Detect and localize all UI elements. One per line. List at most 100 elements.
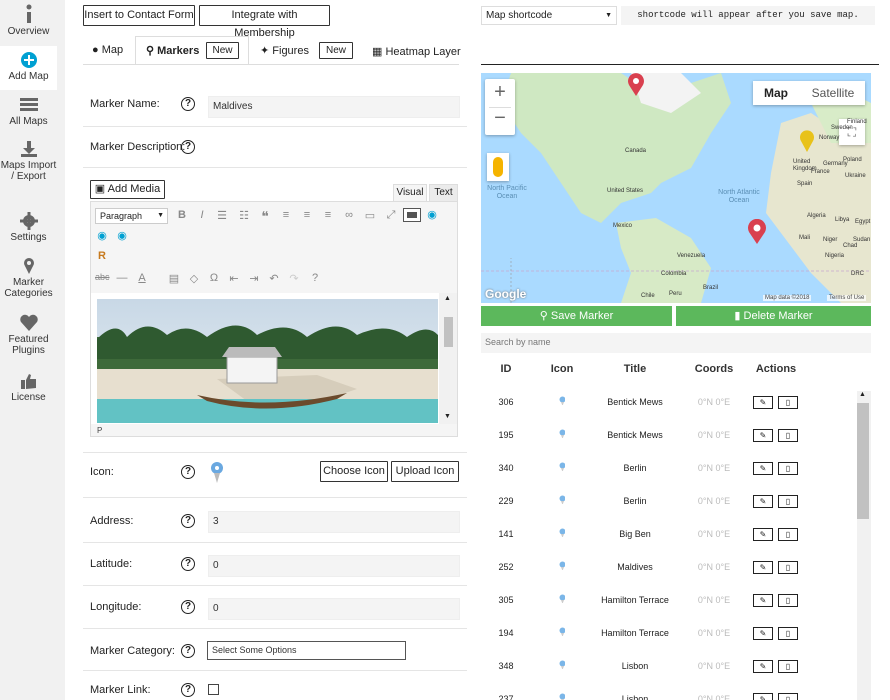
map-marker-red[interactable] bbox=[626, 73, 646, 97]
sidebar-item-marker-categories[interactable]: Marker Categories bbox=[0, 257, 57, 299]
special-char-icon[interactable]: Ω bbox=[207, 272, 221, 284]
latitude-input[interactable]: 0 bbox=[208, 555, 460, 577]
editor-scrollbar[interactable]: ▲ ▼ bbox=[439, 293, 457, 424]
toolbar-toggle-icon[interactable] bbox=[403, 208, 421, 222]
table-row[interactable]: 237 Lisbon 0°N 0°E ✎ ▯ bbox=[481, 690, 857, 700]
bold-icon[interactable]: B bbox=[175, 209, 189, 221]
edit-button[interactable]: ✎ bbox=[753, 396, 773, 409]
table-row[interactable]: 229 Berlin 0°N 0°E ✎ ▯ bbox=[481, 492, 857, 525]
paragraph-select[interactable]: Paragraph ▼ bbox=[95, 208, 168, 224]
pegman-icon[interactable] bbox=[487, 153, 509, 181]
terms-link[interactable]: Terms of Use bbox=[827, 295, 867, 301]
marker-category-select[interactable]: Select Some Options bbox=[207, 641, 406, 660]
link-icon[interactable]: ∞ bbox=[342, 209, 356, 221]
sidebar-item-license[interactable]: License bbox=[0, 372, 57, 403]
map-view-button[interactable]: Map bbox=[753, 81, 799, 105]
help-icon[interactable]: ? bbox=[181, 644, 195, 658]
table-row[interactable]: 348 Lisbon 0°N 0°E ✎ ▯ bbox=[481, 657, 857, 690]
delete-button[interactable]: ▯ bbox=[778, 561, 798, 574]
edit-button[interactable]: ✎ bbox=[753, 528, 773, 541]
edit-button[interactable]: ✎ bbox=[753, 693, 773, 700]
marker-name-input[interactable]: Maldives bbox=[208, 96, 460, 118]
map-shortcode-select[interactable]: Map shortcode ▼ bbox=[481, 6, 617, 25]
plugin-icon[interactable]: ◉ bbox=[95, 229, 109, 242]
table-row[interactable]: 141 Big Ben 0°N 0°E ✎ ▯ bbox=[481, 525, 857, 558]
horizontal-line-icon[interactable]: — bbox=[115, 272, 129, 284]
sidebar-item-import-export[interactable]: Maps Import / Export bbox=[0, 140, 57, 182]
column-header[interactable]: Title bbox=[613, 363, 657, 375]
help-icon[interactable]: ? bbox=[181, 514, 195, 528]
column-header[interactable]: ID bbox=[491, 363, 521, 375]
map-marker-red[interactable] bbox=[746, 219, 768, 245]
indent-icon[interactable]: ⇥ bbox=[247, 272, 261, 285]
visual-tab[interactable]: Visual bbox=[393, 184, 427, 202]
zoom-in-icon[interactable]: + bbox=[485, 81, 515, 104]
table-scrollbar[interactable]: ▲ bbox=[857, 391, 871, 700]
tab-figures[interactable]: ✦ Figures bbox=[260, 44, 309, 57]
map-canvas[interactable]: + − Map Satellite ⛶ Canada United States… bbox=[481, 73, 871, 303]
insert-contact-form-button[interactable]: Insert to Contact Form bbox=[83, 5, 195, 26]
table-row[interactable]: 340 Berlin 0°N 0°E ✎ ▯ bbox=[481, 459, 857, 492]
sidebar-item-add-map[interactable]: Add Map bbox=[0, 46, 57, 90]
table-row[interactable]: 195 Bentick Mews 0°N 0°E ✎ ▯ bbox=[481, 426, 857, 459]
help-icon[interactable]: ? bbox=[308, 272, 322, 284]
italic-icon[interactable]: I bbox=[195, 209, 209, 221]
sidebar-item-overview[interactable]: Overview bbox=[0, 4, 57, 37]
delete-button[interactable]: ▯ bbox=[778, 462, 798, 475]
edit-button[interactable]: ✎ bbox=[753, 429, 773, 442]
delete-button[interactable]: ▯ bbox=[778, 660, 798, 673]
delete-button[interactable]: ▯ bbox=[778, 495, 798, 508]
edit-button[interactable]: ✎ bbox=[753, 660, 773, 673]
sidebar-item-settings[interactable]: Settings bbox=[0, 212, 57, 243]
text-tab[interactable]: Text bbox=[429, 184, 458, 202]
plugin-icon[interactable]: ◉ bbox=[425, 208, 439, 221]
help-icon[interactable]: ? bbox=[181, 557, 195, 571]
delete-button[interactable]: ▯ bbox=[778, 429, 798, 442]
undo-icon[interactable]: ↶ bbox=[267, 272, 281, 285]
plugin-icon[interactable]: ◉ bbox=[115, 229, 129, 242]
integrate-membership-button[interactable]: Integrate with Membership bbox=[199, 5, 330, 39]
bullet-list-icon[interactable]: ☰ bbox=[215, 209, 229, 222]
edit-button[interactable]: ✎ bbox=[753, 561, 773, 574]
edit-button[interactable]: ✎ bbox=[753, 594, 773, 607]
marker-link-checkbox[interactable] bbox=[208, 684, 219, 695]
help-icon[interactable]: ? bbox=[181, 683, 195, 697]
map-marker-yellow[interactable] bbox=[799, 129, 815, 153]
upload-icon-button[interactable]: Upload Icon bbox=[391, 461, 459, 482]
help-icon[interactable]: ? bbox=[181, 97, 195, 111]
strikethrough-icon[interactable]: abc bbox=[95, 272, 110, 282]
address-input[interactable]: 3 bbox=[208, 511, 460, 533]
column-header[interactable]: Coords bbox=[689, 363, 739, 375]
help-icon[interactable]: ? bbox=[181, 465, 195, 479]
satellite-view-button[interactable]: Satellite bbox=[801, 81, 865, 105]
zoom-out-icon[interactable]: − bbox=[485, 107, 515, 130]
longitude-input[interactable]: 0 bbox=[208, 598, 460, 620]
table-row[interactable]: 194 Hamilton Terrace 0°N 0°E ✎ ▯ bbox=[481, 624, 857, 657]
delete-button[interactable]: ▯ bbox=[778, 594, 798, 607]
marker-search-input[interactable]: Search by name bbox=[481, 333, 871, 353]
shortcode-icon[interactable]: R bbox=[95, 250, 109, 262]
save-marker-button[interactable]: ⚲ Save Marker bbox=[481, 306, 672, 326]
align-left-icon[interactable]: ≡ bbox=[279, 209, 293, 221]
tab-markers[interactable]: ⚲ Markers New bbox=[135, 36, 249, 64]
read-more-icon[interactable]: ▭ bbox=[363, 209, 377, 222]
table-row[interactable]: 306 Bentick Mews 0°N 0°E ✎ ▯ bbox=[481, 393, 857, 426]
delete-marker-button[interactable]: ▮ Delete Marker bbox=[676, 306, 871, 326]
eraser-icon[interactable]: ◇ bbox=[187, 272, 201, 285]
align-right-icon[interactable]: ≡ bbox=[321, 209, 335, 221]
blockquote-icon[interactable]: ❝ bbox=[258, 208, 272, 225]
redo-icon[interactable]: ↷ bbox=[287, 272, 301, 285]
delete-button[interactable]: ▯ bbox=[778, 528, 798, 541]
outdent-icon[interactable]: ⇤ bbox=[227, 272, 241, 285]
help-icon[interactable]: ? bbox=[181, 600, 195, 614]
fullscreen-icon[interactable]: ⤢ bbox=[384, 209, 398, 222]
add-media-button[interactable]: ▣ Add Media bbox=[90, 180, 165, 199]
delete-button[interactable]: ▯ bbox=[778, 627, 798, 640]
tab-map[interactable]: ● Map bbox=[92, 44, 123, 56]
delete-button[interactable]: ▯ bbox=[778, 693, 798, 700]
edit-button[interactable]: ✎ bbox=[753, 462, 773, 475]
help-icon[interactable]: ? bbox=[181, 140, 195, 154]
tab-heatmap[interactable]: ▦ Heatmap Layer bbox=[372, 45, 461, 58]
align-center-icon[interactable]: ≡ bbox=[300, 209, 314, 221]
text-color-icon[interactable]: A bbox=[135, 272, 149, 284]
